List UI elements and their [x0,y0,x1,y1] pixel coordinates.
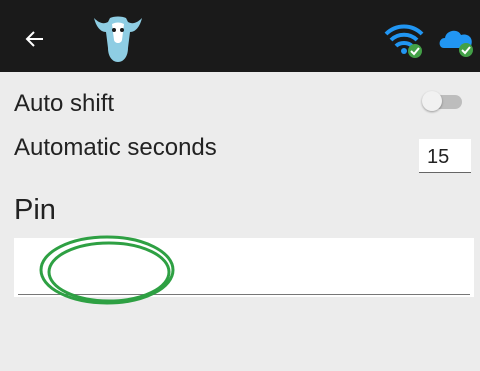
automatic-seconds-label: Automatic seconds [14,134,217,161]
automatic-seconds-input[interactable]: 15 [419,139,471,173]
cow-head-logo [94,16,142,62]
pin-label: Pin [14,194,56,226]
cloud-synced-icon [439,30,473,57]
arrow-left-icon [25,31,43,47]
pin-underline [18,294,470,295]
back-button[interactable] [18,22,52,56]
auto-shift-label: Auto shift [14,90,115,117]
auto-shift-toggle[interactable] [422,91,464,111]
app-toolbar [0,0,480,72]
wifi-connected-icon [384,24,424,58]
pin-field[interactable] [14,238,474,297]
pin-input[interactable] [22,246,466,288]
toggle-knob [422,91,442,111]
